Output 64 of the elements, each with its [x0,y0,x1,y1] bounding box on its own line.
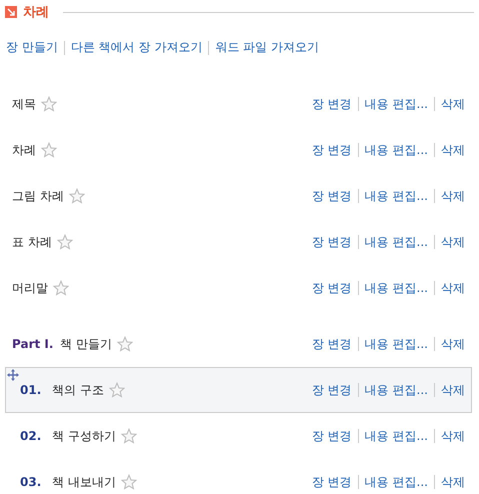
star-icon[interactable] [120,474,137,490]
star-icon[interactable] [68,188,85,204]
chapter-title: 머리말 [12,280,48,296]
star-icon[interactable] [120,428,137,444]
chapter-number: 01. [20,383,42,397]
star-icon[interactable] [41,96,57,112]
chapter-row[interactable]: 그림 차례 장 변경 내용 편집... 삭제 [5,173,472,219]
action-link[interactable]: 장 변경 [312,382,352,398]
action-link[interactable]: 장 변경 [312,474,352,490]
action-link[interactable]: 내용 편집... [364,280,428,296]
action-link[interactable]: 삭제 [441,382,465,398]
chapter-title: 그림 차례 [12,188,64,204]
chapter-row[interactable]: 차례 장 변경 내용 편집... 삭제 [5,127,472,173]
action-link[interactable]: 장 변경 [312,428,352,444]
arrow-icon [5,6,17,18]
action-link[interactable]: 장 변경 [312,188,352,204]
star-icon[interactable] [56,234,73,250]
chapter-title: 책 만들기 [60,336,112,352]
chapter-row[interactable]: 표 차례 장 변경 내용 편집... 삭제 [5,219,472,265]
action-link[interactable]: 내용 편집... [364,382,428,398]
chapter-title: 책 내보내기 [52,474,116,490]
chapter-title: 책의 구조 [52,382,104,398]
action-link[interactable]: 내용 편집... [364,428,428,444]
chapter-title: 표 차례 [12,234,52,250]
chapter-row[interactable]: 01. 책의 구조 장 변경 내용 편집... 삭제 [5,367,472,413]
chapter-row[interactable]: 03. 책 내보내기 장 변경 내용 편집... 삭제 [5,459,472,494]
action-link[interactable]: 삭제 [441,336,465,352]
action-link[interactable]: 삭제 [441,188,465,204]
action-link[interactable]: 내용 편집... [364,336,428,352]
section-title: 차례 [23,4,49,21]
chapter-row[interactable]: 제목 장 변경 내용 편집... 삭제 [5,81,472,127]
chapter-title: 차례 [12,142,36,158]
chapter-title: 책 구성하기 [52,428,116,444]
action-link[interactable]: 내용 편집... [364,234,428,250]
chapter-row[interactable]: Part I. 책 만들기 장 변경 내용 편집... 삭제 [5,321,472,367]
chapter-number: Part I. [12,337,54,351]
chapter-number: 02. [20,429,42,443]
toolbar-link[interactable]: 워드 파일 가져오기 [215,39,319,56]
action-link[interactable]: 삭제 [441,234,465,250]
chapter-row[interactable]: 머리말 장 변경 내용 편집... 삭제 [5,265,472,311]
action-link[interactable]: 내용 편집... [364,96,428,112]
action-link[interactable]: 장 변경 [312,234,352,250]
move-icon[interactable] [7,369,19,381]
star-icon[interactable] [108,382,125,398]
action-link[interactable]: 삭제 [441,96,465,112]
action-link[interactable]: 장 변경 [312,142,352,158]
action-link[interactable]: 내용 편집... [364,142,428,158]
action-link[interactable]: 삭제 [441,474,465,490]
action-link[interactable]: 삭제 [441,142,465,158]
star-icon[interactable] [116,336,133,352]
action-link[interactable]: 장 변경 [312,96,352,112]
toolbar-link[interactable]: 장 만들기 [6,39,58,56]
star-icon[interactable] [53,280,69,296]
action-link[interactable]: 삭제 [441,428,465,444]
action-link[interactable]: 삭제 [441,280,465,296]
action-link[interactable]: 장 변경 [312,336,352,352]
chapter-row[interactable]: 02. 책 구성하기 장 변경 내용 편집... 삭제 [5,413,472,459]
toolbar-link[interactable]: 다른 책에서 장 가져오기 [70,39,202,56]
action-link[interactable]: 장 변경 [312,280,352,296]
chapter-title: 제목 [12,96,36,112]
action-link[interactable]: 내용 편집... [364,474,428,490]
chapter-number: 03. [20,475,42,489]
star-icon[interactable] [41,142,57,158]
action-link[interactable]: 내용 편집... [364,188,428,204]
